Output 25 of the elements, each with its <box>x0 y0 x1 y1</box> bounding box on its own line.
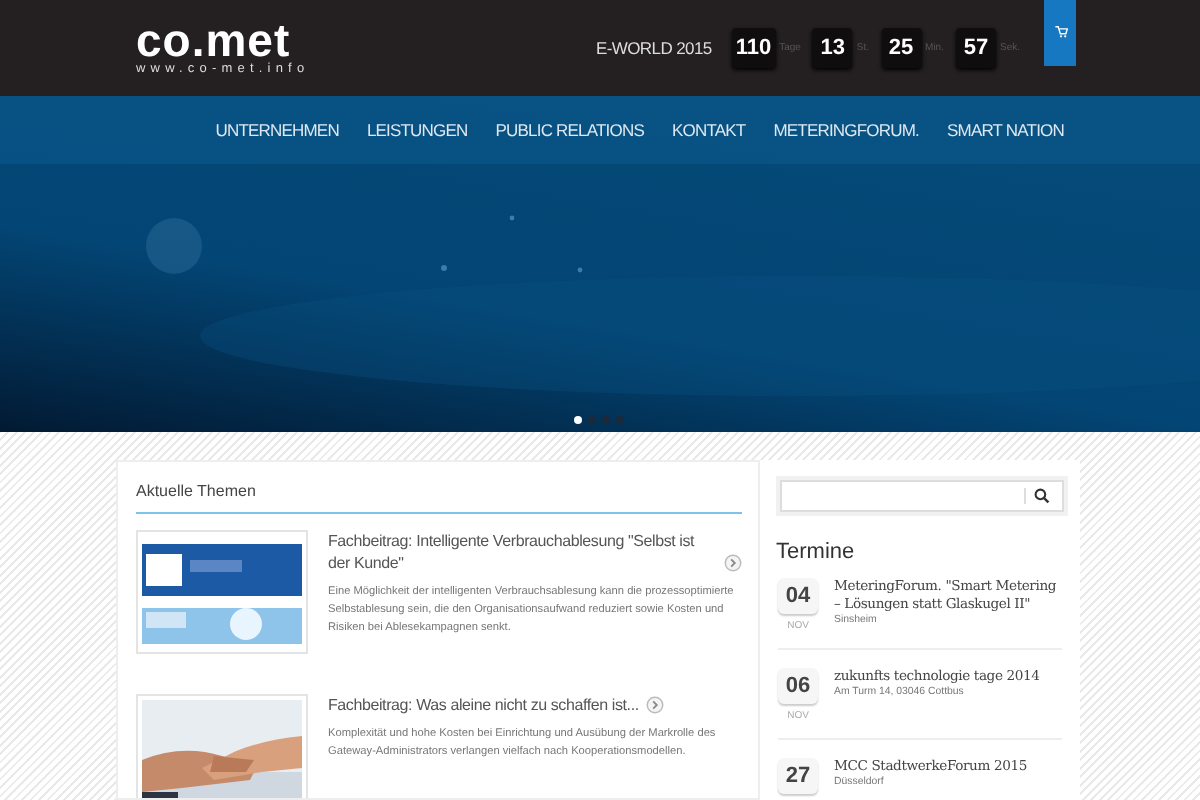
nav-link[interactable]: KONTAKT <box>671 116 746 144</box>
date-day: 06 <box>778 668 818 704</box>
cart-icon <box>1053 24 1067 38</box>
nav-link[interactable]: LEISTUNGEN <box>366 116 468 144</box>
logo[interactable]: co.met <box>136 19 310 59</box>
nav-link[interactable]: UNTERNEHMEN <box>215 116 339 144</box>
section-title: Termine <box>776 540 857 564</box>
countdown-digit: 110 <box>731 28 776 68</box>
section-title: Aktuelle Themen <box>136 482 742 514</box>
article-title[interactable]: Fachbeitrag: Intelligente Verbrauchablesung "Selbst ist der Kunde" <box>328 530 716 574</box>
date-day: 27 <box>778 758 818 794</box>
search-icon <box>1024 488 1050 504</box>
nav-link[interactable]: SMART NATION <box>947 116 1064 144</box>
article-title[interactable]: Fachbeitrag: Was aleine nicht zu schaffen ist... <box>328 694 639 716</box>
nav-link[interactable]: PUBLIC RELATIONS <box>495 116 644 144</box>
cart-ribbon[interactable] <box>1044 0 1076 66</box>
nav-link[interactable]: METERINGFORUM. <box>773 116 919 144</box>
countdown-digit: 57 <box>955 28 996 68</box>
slider-dot[interactable] <box>574 416 582 424</box>
date-day: 04 <box>778 578 818 614</box>
countdown-digit: 13 <box>812 28 853 68</box>
search-field[interactable] <box>780 480 1064 512</box>
countdown-digit: 25 <box>881 28 922 68</box>
event-name: E-WORLD 2015 <box>596 38 712 58</box>
arrow-icon[interactable] <box>724 554 742 572</box>
